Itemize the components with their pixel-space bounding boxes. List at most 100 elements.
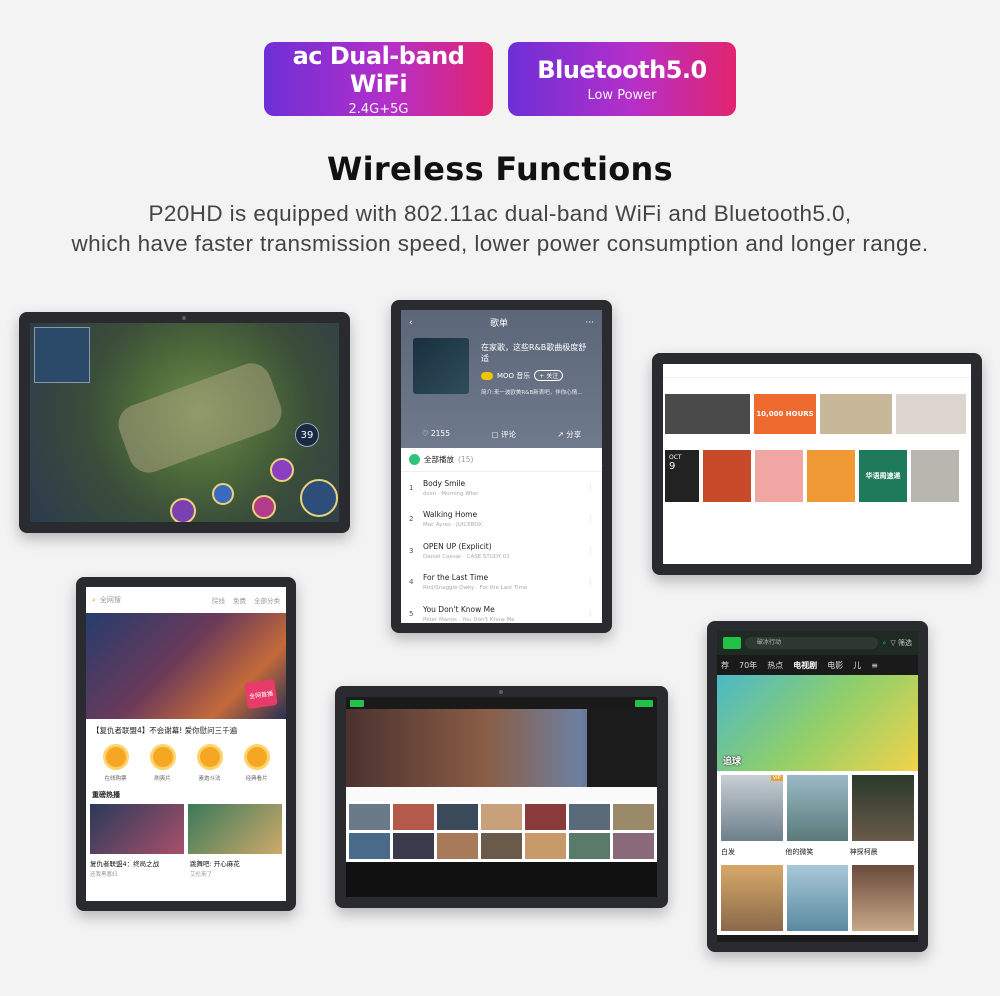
playlist-intro[interactable]: 简介:来一波欧美R&B新表吧，伴你心情... <box>481 388 596 396</box>
video-thumb[interactable] <box>613 804 654 830</box>
video-thumb[interactable] <box>525 833 566 859</box>
game-skill-3[interactable] <box>252 495 276 519</box>
drama-name[interactable]: 神探柯晨 <box>850 845 914 861</box>
back-icon[interactable]: ‹ <box>409 318 413 328</box>
more-icon[interactable]: ··· <box>585 318 594 328</box>
video-thumb[interactable] <box>481 804 522 830</box>
menu-icon[interactable]: ≡ <box>871 661 878 670</box>
song-more-icon[interactable]: ⋮ <box>587 578 594 586</box>
drama-banner[interactable]: 追球 <box>717 675 918 771</box>
game-minimap[interactable] <box>34 327 90 383</box>
camera-dot <box>499 690 503 694</box>
category-clips[interactable]: 刷爽片 <box>149 744 176 782</box>
grid-card[interactable] <box>703 450 751 502</box>
video-thumb[interactable] <box>437 804 478 830</box>
video-thumb[interactable] <box>393 804 434 830</box>
iqiyi-logo-icon[interactable] <box>350 699 364 707</box>
video-thumb[interactable] <box>349 833 390 859</box>
iqiyi-logo-icon[interactable] <box>723 637 741 649</box>
drama-poster[interactable] <box>786 775 849 841</box>
banner-card[interactable] <box>665 394 750 434</box>
follow-button[interactable]: + 关注 <box>534 370 564 381</box>
banner-caption[interactable]: 【复仇者联盟4】不会谢幕! 爱你慰问三千遍 <box>86 719 286 742</box>
song-num: 2 <box>409 515 414 524</box>
tab-70years[interactable]: 70年 <box>739 660 757 671</box>
game-skill-4[interactable] <box>270 458 294 482</box>
tab-hot[interactable]: 热点 <box>767 660 783 671</box>
game-skill-2[interactable] <box>212 483 234 505</box>
game-skill-1[interactable] <box>170 498 196 522</box>
playlist-author[interactable]: MOO 音乐 <box>497 371 530 381</box>
movie-thumb[interactable] <box>90 804 184 854</box>
tab-kids[interactable]: 儿 <box>853 660 861 671</box>
song-row[interactable]: 2 Walking Home Mac Ayres · JUICEBOX ⋮ <box>401 504 602 536</box>
drama-poster[interactable] <box>852 865 914 931</box>
search-icon[interactable]: ⌕ <box>882 639 886 648</box>
video-thumb[interactable] <box>437 833 478 859</box>
share-button[interactable]: ↗ 分享 <box>558 429 582 440</box>
video-thumb[interactable] <box>569 804 610 830</box>
song-row[interactable]: 3 OPEN UP (Explicit) Daniel Caesar · CASE … <box>401 535 602 567</box>
video-banner[interactable] <box>346 709 657 787</box>
song-more-icon[interactable]: ⋮ <box>587 515 594 523</box>
movie-caption[interactable]: 跳舞吧: 开心麻花 艾伦来了 <box>190 858 286 878</box>
tab-cinema[interactable]: 院线 <box>212 595 225 605</box>
banner-card-promo[interactable]: 10,000 HOURS <box>754 394 816 434</box>
song-more-icon[interactable]: ⋮ <box>587 484 594 492</box>
tab-tv[interactable]: 电视剧 <box>793 660 817 671</box>
drama-name[interactable]: 白发 <box>721 845 785 861</box>
video-thumb[interactable] <box>569 833 610 859</box>
category-battle[interactable]: 素炮斗法 <box>196 744 223 782</box>
movie-caption[interactable]: 复仇者联盟4：终局之战 还我黑寡妇 <box>90 858 186 878</box>
grid-card-promo[interactable]: 华语周速递 <box>859 450 907 502</box>
search-input[interactable]: 破冰行动 <box>745 637 879 649</box>
comment-button[interactable]: ▢ 评论 <box>492 429 516 440</box>
category-ticket[interactable]: 在线购票 <box>102 744 129 782</box>
tab-recommend[interactable]: 荐 <box>721 660 729 671</box>
video-thumb[interactable] <box>481 833 522 859</box>
promo-text: 10,000 HOURS <box>756 410 814 418</box>
grid-card[interactable] <box>755 450 803 502</box>
banner-card[interactable] <box>820 394 892 434</box>
category-label: 刷爽片 <box>154 776 171 782</box>
like-button[interactable]: ♡ 2155 <box>422 429 450 440</box>
song-row[interactable]: 5 You Don't Know Me Peter Manos · You Don'… <box>401 598 602 623</box>
video-thumb[interactable] <box>349 804 390 830</box>
video-thumb[interactable] <box>613 833 654 859</box>
music-nav: ‹ 歌单 ··· <box>401 310 602 335</box>
drama-poster[interactable]: VIP <box>721 775 783 841</box>
filter-button[interactable]: ▽ 筛选 <box>890 638 912 648</box>
tablet-game: 39 <box>19 312 350 533</box>
date-card[interactable]: OCT 9 <box>665 450 699 502</box>
search-icon[interactable]: ⌕ <box>92 596 96 605</box>
drama-poster[interactable] <box>852 775 914 841</box>
tab-movie[interactable]: 电影 <box>827 660 843 671</box>
movie-thumb[interactable] <box>188 804 282 854</box>
search-input[interactable]: 全网搜 <box>100 595 121 605</box>
song-row[interactable]: 1 Body Smile dvsn · Morning After ⋮ <box>401 472 602 504</box>
song-more-icon[interactable]: ⋮ <box>587 610 594 618</box>
playlist-cover[interactable] <box>413 338 469 394</box>
video-thumb[interactable] <box>393 833 434 859</box>
category-label: 经典看片 <box>245 776 268 782</box>
game-attack-button[interactable] <box>300 479 338 517</box>
vip-button[interactable] <box>635 699 653 707</box>
play-all-icon[interactable] <box>409 454 420 465</box>
grid-card[interactable] <box>911 450 959 502</box>
drama-name[interactable]: 他的微笑 <box>785 845 849 861</box>
category-classic[interactable]: 经典看片 <box>243 744 270 782</box>
song-row[interactable]: 4 For the Last Time Rini/Snaggle Owky · Fo… <box>401 567 602 599</box>
like-count: 2155 <box>430 429 450 438</box>
play-all-row[interactable]: 全部播放 (15) <box>401 448 602 472</box>
song-more-icon[interactable]: ⋮ <box>587 547 594 555</box>
drama-poster[interactable] <box>786 865 849 931</box>
bluetooth-badge-title: Bluetooth5.0 <box>537 55 707 84</box>
tab-free[interactable]: 免费 <box>233 595 246 605</box>
drama-poster[interactable] <box>721 865 783 931</box>
banner-card[interactable] <box>896 394 966 434</box>
tab-all[interactable]: 全部分类 <box>254 595 280 605</box>
grid-card[interactable] <box>807 450 855 502</box>
movie-banner[interactable]: 全网首播 <box>86 613 286 719</box>
wifi-badge-subtitle: 2.4G+5G <box>348 101 409 117</box>
video-thumb[interactable] <box>525 804 566 830</box>
